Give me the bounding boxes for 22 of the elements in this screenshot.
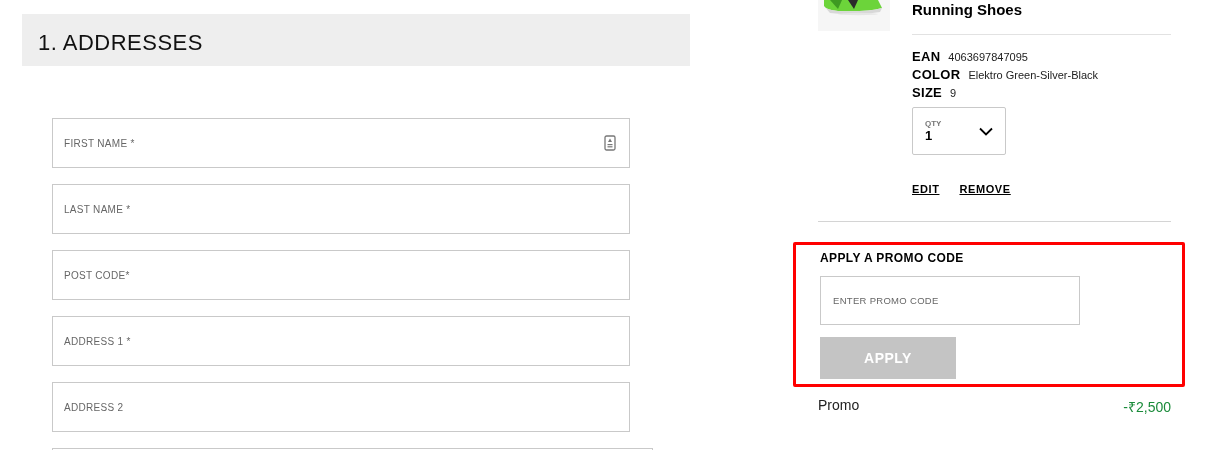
input-field[interactable]: ADDRESS 2 bbox=[52, 382, 630, 432]
quantity-select[interactable]: QTY 1 bbox=[912, 107, 1006, 155]
action-link[interactable]: REMOVE bbox=[959, 183, 1011, 195]
summary-value: -₹2,500 bbox=[1123, 398, 1171, 416]
input-field[interactable]: FIRST NAME * bbox=[52, 118, 630, 168]
action-link[interactable]: EDIT bbox=[912, 183, 940, 195]
detail-value: 9 bbox=[950, 87, 957, 99]
input-field[interactable]: ADDRESS 1 * bbox=[52, 316, 630, 366]
detail-value: Elektro Green-Silver-Black bbox=[968, 69, 1099, 81]
detail-label: COLOR bbox=[912, 67, 961, 82]
contact-card-icon[interactable] bbox=[604, 135, 616, 151]
section-title: 1. ADDRESSES bbox=[38, 30, 203, 56]
detail-value: 4063697847095 bbox=[948, 51, 1028, 63]
promo-code-field[interactable]: ENTER PROMO CODE bbox=[820, 276, 1080, 325]
promo-heading: APPLY A PROMO CODE bbox=[820, 251, 964, 265]
product-name: Running Shoes bbox=[912, 0, 1023, 18]
detail-label: SIZE bbox=[912, 85, 943, 100]
input-field[interactable]: POST CODE* bbox=[52, 250, 630, 300]
input-field[interactable]: LAST NAME * bbox=[52, 184, 630, 234]
detail-label: EAN bbox=[912, 49, 941, 64]
summary-label: Promo bbox=[818, 397, 860, 415]
chevron-down-icon[interactable] bbox=[979, 126, 993, 136]
